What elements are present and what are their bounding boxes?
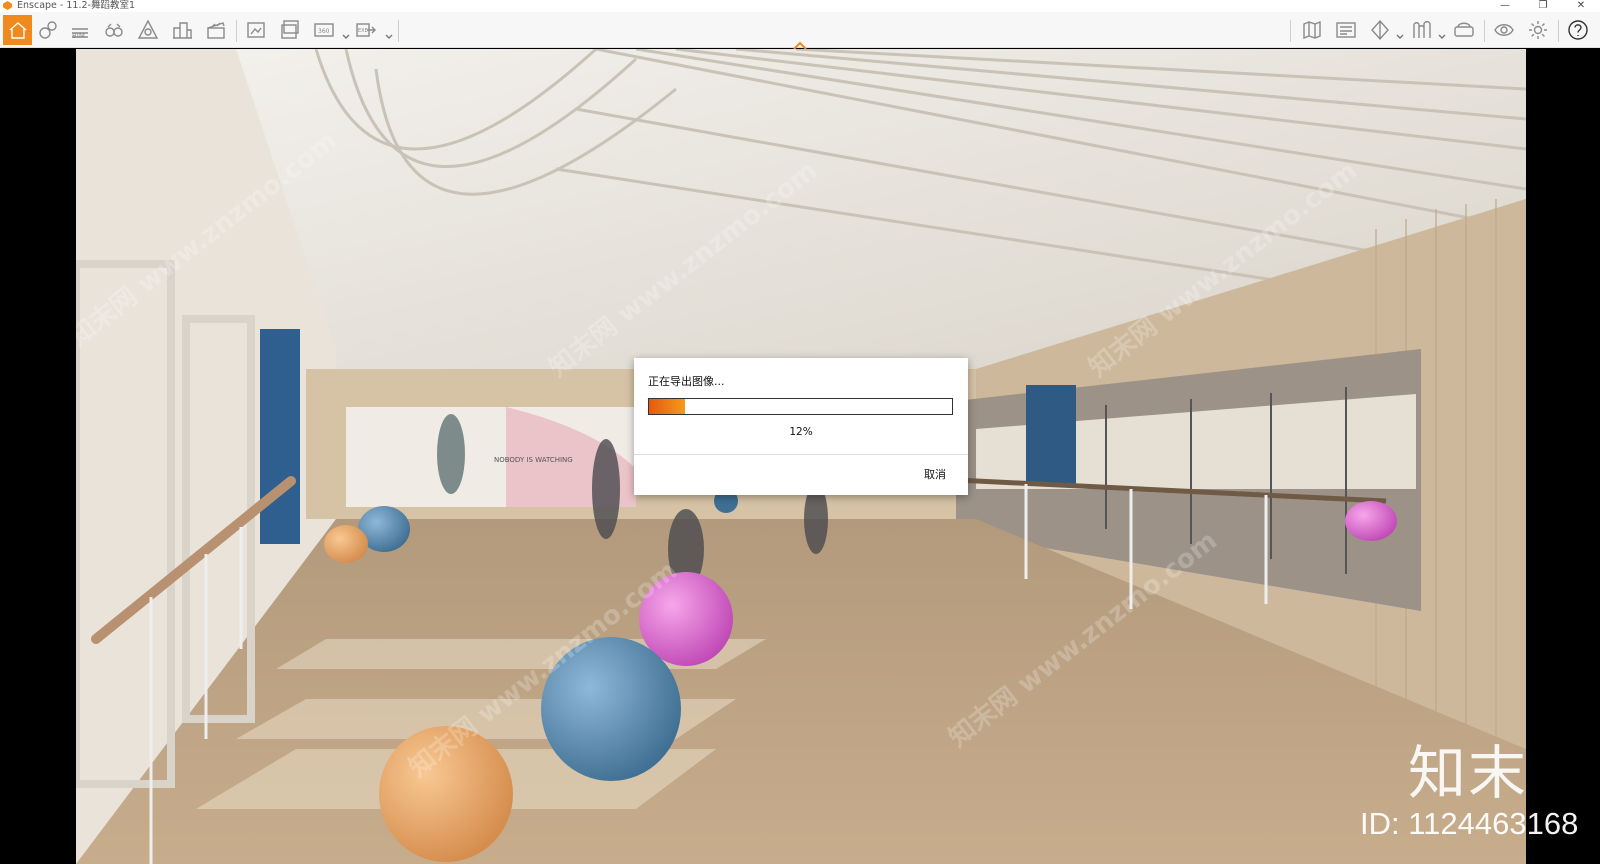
views-icon <box>105 23 123 37</box>
toolbar-separator <box>236 20 237 42</box>
export-exe-icon: EXE <box>356 23 376 37</box>
section-dropdown-chevron-icon[interactable] <box>1396 26 1404 39</box>
views-button[interactable] <box>100 16 128 44</box>
title-bar: Enscape - 11.2-舞蹈教室1 — ❐ ✕ <box>0 0 1600 12</box>
atmosphere-icon <box>137 19 159 39</box>
vr-headset-icon <box>1454 22 1474 37</box>
vr-button[interactable] <box>1450 16 1478 44</box>
material-button[interactable] <box>1408 16 1436 44</box>
collapse-toolbar-chevron-up-icon[interactable] <box>792 36 808 50</box>
buildings-icon <box>173 22 192 39</box>
mural-text: NOBODY IS WATCHING <box>494 456 573 464</box>
help-button[interactable] <box>1564 16 1592 44</box>
help-icon <box>1568 20 1588 40</box>
close-button[interactable]: ✕ <box>1562 0 1600 12</box>
video-editor-icon <box>207 22 225 39</box>
screenshot-icon <box>247 22 265 38</box>
bim-label: BIM <box>72 32 85 40</box>
visibility-eye-icon <box>1494 24 1514 36</box>
dialog-divider <box>634 454 968 455</box>
minimize-button[interactable]: — <box>1486 0 1524 12</box>
window-title: Enscape - 11.2-舞蹈教室1 <box>17 0 135 11</box>
export-status-message: 正在导出图像... <box>648 375 725 388</box>
cancel-button[interactable]: 取消 <box>924 466 946 482</box>
screenshot-button[interactable] <box>242 16 270 44</box>
main-toolbar: BIM 360 EXE <box>0 12 1600 50</box>
toolbar-separator <box>398 20 399 42</box>
visibility-button[interactable] <box>1490 16 1518 44</box>
asset-library-button[interactable] <box>34 16 62 44</box>
panorama-icon: 360 <box>314 23 334 37</box>
restore-button[interactable]: ❐ <box>1524 0 1562 12</box>
export-progress-dialog: 正在导出图像... 12% 取消 <box>634 358 968 495</box>
toolbar-separator <box>1558 20 1559 42</box>
map-button[interactable] <box>1298 16 1326 44</box>
panorama-button[interactable]: 360 <box>310 16 338 44</box>
settings-gear-icon <box>1529 21 1547 39</box>
map-icon <box>1303 20 1321 40</box>
material-dropdown-chevron-icon[interactable] <box>1438 26 1446 39</box>
section-icon <box>1371 19 1389 41</box>
buildings-button[interactable] <box>168 16 196 44</box>
progress-fill <box>649 399 686 414</box>
export-dropdown-chevron-icon[interactable] <box>385 26 393 39</box>
toolbar-separator <box>1290 20 1291 42</box>
asset-id-label: ID: 1124463168 <box>1360 806 1579 841</box>
section-button[interactable] <box>1366 16 1394 44</box>
export-progress-bar <box>648 398 953 415</box>
toolbar-separator <box>1484 20 1485 42</box>
video-editor-button[interactable] <box>202 16 230 44</box>
window-controls: — ❐ ✕ <box>1486 0 1600 12</box>
export-button[interactable]: EXE <box>352 16 380 44</box>
settings-button[interactable] <box>1524 16 1552 44</box>
material-icon <box>1413 21 1431 38</box>
batch-render-icon <box>281 20 299 39</box>
svg-text:360: 360 <box>318 28 330 35</box>
minimap-icon <box>1336 22 1356 38</box>
asset-library-icon <box>39 21 57 39</box>
atmosphere-button[interactable] <box>134 16 162 44</box>
brand-watermark: 知末 <box>1408 739 1529 807</box>
enscape-logo-icon <box>3 1 12 10</box>
home-button[interactable] <box>3 15 32 45</box>
progress-percentage: 12% <box>789 426 813 438</box>
batch-render-button[interactable] <box>276 16 304 44</box>
svg-text:EXE: EXE <box>358 28 368 34</box>
minimap-button[interactable] <box>1332 16 1360 44</box>
panorama-dropdown-chevron-icon[interactable] <box>342 26 350 39</box>
home-icon <box>9 22 26 39</box>
